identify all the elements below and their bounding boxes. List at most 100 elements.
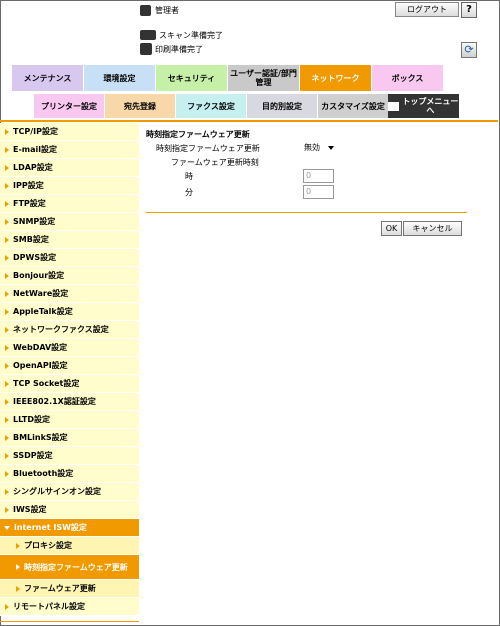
sidebar-item-3[interactable]: IPP設定: [0, 177, 139, 195]
arrow-icon: [5, 290, 9, 297]
sidebar-item-label: TCP/IP設定: [13, 127, 58, 136]
arrow-icon: [5, 488, 9, 495]
sidebar-item-label: プロキシ設定: [24, 541, 72, 550]
main-tab-2[interactable]: セキュリティ: [156, 65, 228, 91]
sub-tab-0[interactable]: プリンター設定: [34, 94, 105, 118]
sidebar-item-label: IWS設定: [13, 505, 47, 514]
help-button[interactable]: ?: [461, 2, 477, 18]
arrow-icon: [5, 254, 9, 261]
sidebar-item-label: リモートパネル設定: [13, 602, 85, 611]
sidebar-item-14[interactable]: TCP Socket設定: [0, 375, 139, 393]
sidebar-subitem-2[interactable]: ファームウェア更新: [0, 580, 139, 598]
main-tab-4[interactable]: ネットワーク: [300, 65, 372, 91]
arrow-icon: [16, 585, 20, 592]
arrow-icon: [5, 128, 9, 135]
sidebar-item-label: E-mail設定: [13, 145, 58, 154]
sidebar-item-label: SMB設定: [13, 235, 49, 244]
main-tab-3[interactable]: ユーザー認証/部門管理: [228, 65, 300, 91]
sidebar-item-label: IPP設定: [13, 181, 44, 190]
sidebar-item-label: ネットワークファクス設定: [13, 325, 109, 334]
user-name: 管理者: [155, 5, 179, 15]
ok-button[interactable]: OK: [381, 221, 402, 236]
sub-tabs: プリンター設定 宛先登録 ファクス設定 目的別設定 カスタマイズ設定: [34, 94, 389, 118]
print-status: 印刷準備完了: [140, 42, 203, 56]
sidebar-item-9[interactable]: NetWare設定: [0, 285, 139, 303]
arrow-icon: [5, 470, 9, 477]
sidebar-item-0[interactable]: TCP/IP設定: [0, 123, 139, 141]
arrow-icon: [4, 525, 10, 530]
sidebar-item-6[interactable]: SMB設定: [0, 231, 139, 249]
chevron-down-icon: [328, 145, 334, 150]
refresh-icon[interactable]: ⟳: [461, 42, 477, 58]
main-tab-0[interactable]: メンテナンス: [12, 65, 84, 91]
sidebar-item-19[interactable]: Bluetooth設定: [0, 465, 139, 483]
minute-input[interactable]: 0: [303, 185, 334, 199]
sidebar-item-label: TCP Socket設定: [13, 379, 80, 388]
arrow-icon: [5, 326, 9, 333]
header-divider: [0, 120, 498, 122]
hour-input[interactable]: 0: [303, 169, 334, 183]
sidebar-item-internet-isw[interactable]: internet ISW設定: [0, 519, 139, 537]
scan-status: スキャン準備完了: [140, 28, 223, 42]
sidebar-item-label: 時刻指定ファームウェア更新: [24, 562, 128, 572]
sidebar-item-7[interactable]: DPWS設定: [0, 249, 139, 267]
sidebar-item-13[interactable]: OpenAPI設定: [0, 357, 139, 375]
top-menu-button[interactable]: トップメニューへ: [388, 94, 459, 118]
arrow-icon: [5, 603, 9, 610]
sidebar: TCP/IP設定 E-mail設定 LDAP設定 IPP設定 FTP設定 SNMP設定 SM…: [0, 123, 139, 622]
sidebar-item-10[interactable]: AppleTalk設定: [0, 303, 139, 321]
sidebar-item-17[interactable]: BMLinkS設定: [0, 429, 139, 447]
user-icon: [140, 4, 151, 16]
hour-label: 時: [185, 172, 193, 181]
sidebar-item-11[interactable]: ネットワークファクス設定: [0, 321, 139, 339]
sidebar-subitem-0[interactable]: プロキシ設定: [0, 537, 139, 555]
sub-tab-4[interactable]: カスタマイズ設定: [318, 94, 389, 118]
sidebar-subitem-1[interactable]: 時刻指定ファームウェア更新: [0, 555, 139, 580]
sidebar-item-label: BMLinkS設定: [13, 433, 68, 442]
arrow-icon: [5, 236, 9, 243]
sidebar-item-20[interactable]: シングルサインオン設定: [0, 483, 139, 501]
sidebar-item-2[interactable]: LDAP設定: [0, 159, 139, 177]
scan-status-text: スキャン準備完了: [159, 30, 223, 40]
sidebar-item-21[interactable]: IWS設定: [0, 501, 139, 519]
arrow-icon: [5, 218, 9, 225]
arrow-icon: [5, 164, 9, 171]
main-tab-5[interactable]: ボックス: [372, 65, 444, 91]
sidebar-item-label: AppleTalk設定: [13, 307, 73, 316]
sidebar-item-label: Bonjour設定: [13, 271, 65, 280]
arrow-icon: [5, 272, 9, 279]
arrow-icon: [5, 506, 9, 513]
sidebar-item-15[interactable]: IEEE802.1X認証設定: [0, 393, 139, 411]
arrow-icon: [5, 398, 9, 405]
sidebar-item-remote-panel[interactable]: リモートパネル設定: [0, 598, 139, 616]
arrow-icon: [5, 434, 9, 441]
logout-button[interactable]: ログアウト: [395, 2, 459, 17]
sub-tab-2[interactable]: ファクス設定: [176, 94, 247, 118]
sidebar-item-18[interactable]: SSDP設定: [0, 447, 139, 465]
sidebar-item-label: DPWS設定: [13, 253, 57, 262]
sidebar-item-16[interactable]: LLTD設定: [0, 411, 139, 429]
sidebar-end-line: [0, 621, 139, 622]
sidebar-item-1[interactable]: E-mail設定: [0, 141, 139, 159]
scanner-icon: [140, 30, 156, 40]
sidebar-item-4[interactable]: FTP設定: [0, 195, 139, 213]
sub-tab-1[interactable]: 宛先登録: [105, 94, 176, 118]
sidebar-item-5[interactable]: SNMP設定: [0, 213, 139, 231]
print-status-text: 印刷準備完了: [155, 44, 203, 54]
sub-tab-3[interactable]: 目的別設定: [247, 94, 318, 118]
arrow-icon: [5, 362, 9, 369]
user-info: 管理者: [140, 2, 179, 18]
firmware-schedule-value: 無効: [304, 143, 320, 152]
arrow-icon: [5, 200, 9, 207]
sidebar-item-label: SNMP設定: [13, 217, 56, 226]
sidebar-item-8[interactable]: Bonjour設定: [0, 267, 139, 285]
sidebar-item-label: IEEE802.1X認証設定: [13, 397, 96, 406]
arrow-icon: [16, 564, 20, 570]
sidebar-item-label: SSDP設定: [13, 451, 53, 460]
firmware-schedule-select[interactable]: 無効: [304, 142, 334, 153]
page-title: 時刻指定ファームウェア更新: [146, 130, 250, 139]
sidebar-item-12[interactable]: WebDAV設定: [0, 339, 139, 357]
main-tab-1[interactable]: 環境設定: [84, 65, 156, 91]
cancel-button[interactable]: キャンセル: [403, 221, 462, 236]
printer-icon: [140, 43, 152, 55]
